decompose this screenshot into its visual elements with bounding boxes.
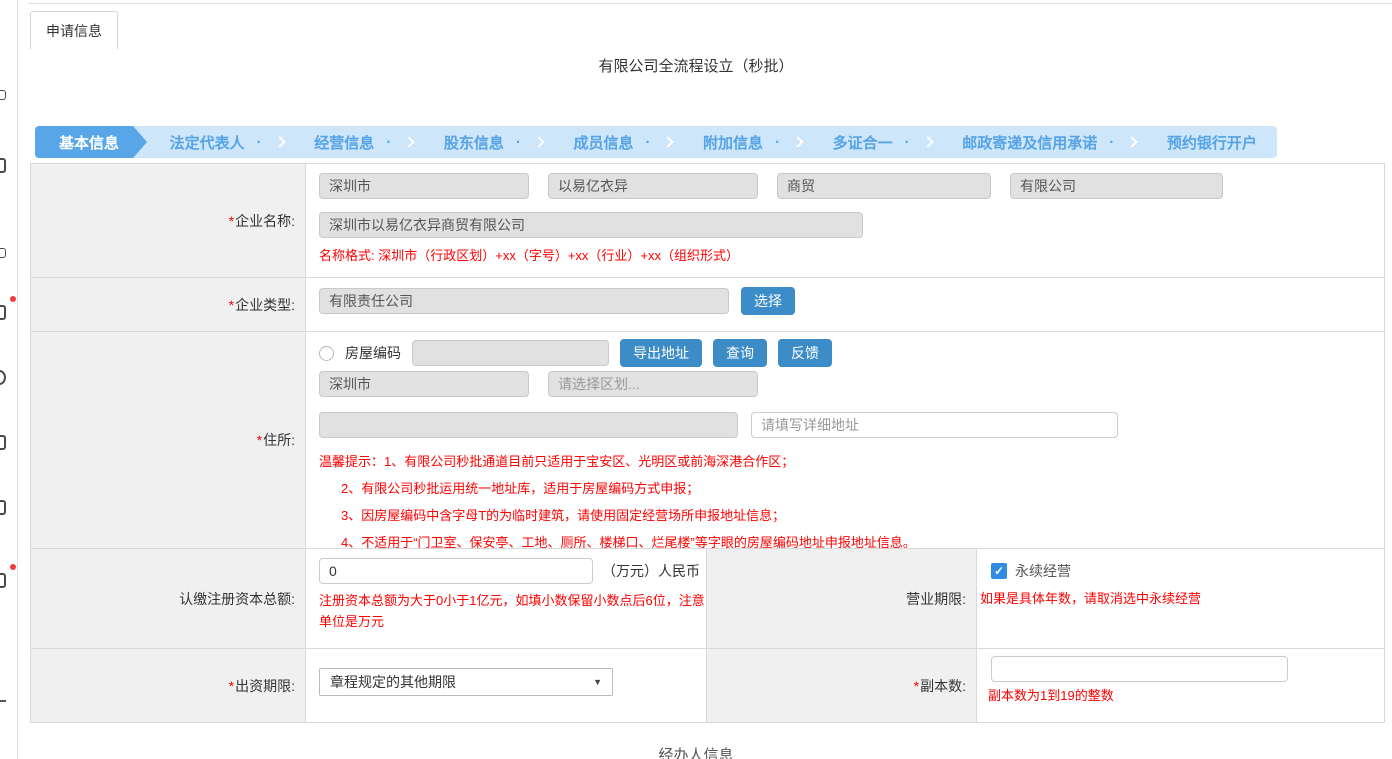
contribution-term-select[interactable]: 章程规定的其他期限 ▼ [319,668,613,696]
required-asterisk: * [914,678,919,694]
address-label: * 住所: [31,332,306,548]
company-type-input[interactable]: 有限责任公司 [319,288,729,314]
sidebar-icon-fragment [0,500,6,515]
select-type-button[interactable]: 选择 [741,287,795,315]
capital-unit: （万元）人民币 [602,561,700,581]
row-company-name: * 企业名称: 深圳市 以易亿衣异 商贸 有限公司 深圳市以易亿衣异商贸有限公司… [31,164,1384,278]
notification-dot [10,564,16,570]
page-title: 有限公司全流程设立（秒批） [0,55,1392,76]
wizard-steps: 基本信息 法定代表人 · 经营信息 · 股东信息 · 成员信息 · 附加信息 ·… [35,126,1277,158]
chevron-right-icon [404,136,415,147]
name-part-orgform-input[interactable]: 有限公司 [1010,173,1223,199]
sidebar-icon-fragment [0,370,6,385]
required-asterisk: * [229,297,234,313]
name-part-brand-input[interactable]: 以易亿衣异 [548,173,758,199]
step-shareholder-info[interactable]: 股东信息 · [436,132,551,153]
copies-input[interactable] [991,656,1288,682]
sidebar-icon-fragment [0,90,6,100]
step-multi-cert[interactable]: 多证合一 · [825,132,940,153]
chevron-right-icon [1127,136,1138,147]
address-detail-input[interactable] [751,412,1118,438]
basic-info-form: * 企业名称: 深圳市 以易亿衣异 商贸 有限公司 深圳市以易亿衣异商贸有限公司… [30,163,1385,723]
sidebar-icon-fragment [0,305,6,320]
row-company-type: * 企业类型: 有限责任公司 选择 [31,278,1384,332]
perpetual-operation-label: 永续经营 [1015,561,1071,581]
address-district-select[interactable]: 请选择区划... [548,371,758,397]
row-address: * 住所: 房屋编码 导出地址 查询 反馈 深圳市 请选择区划... 温馨提示：… [31,332,1384,549]
step-basic-info[interactable]: 基本信息 [35,126,147,158]
sidebar-icon-fragment [0,248,6,258]
required-asterisk: * [257,432,262,448]
query-button[interactable]: 查询 [713,339,767,367]
sidebar-icon-fragment [0,435,6,450]
chevron-right-icon [792,136,803,147]
name-part-industry-input[interactable]: 商贸 [777,173,991,199]
capital-label: 认缴注册资本总额: [31,549,306,648]
company-type-label: * 企业类型: [31,278,306,331]
sidebar-icon-fragment [0,700,6,702]
address-city-input[interactable]: 深圳市 [319,371,529,397]
house-code-input[interactable] [412,340,609,366]
sidebar-icon-fragment [0,158,6,173]
chevron-right-icon [663,136,674,147]
name-format-hint: 名称格式: 深圳市（行政区划）+xx（字号）+xx（行业）+xx（组织形式） [319,247,1372,265]
step-bank-account[interactable]: 预约银行开户 [1159,132,1277,153]
name-part-city-input[interactable]: 深圳市 [319,173,529,199]
step-additional-info[interactable]: 附加信息 · [695,132,810,153]
step-business-info[interactable]: 经营信息 · [306,132,421,153]
address-hint-1: 温馨提示：1、有限公司秒批通道目前只适用于宝安区、光明区或前海深港合作区； [319,448,1372,475]
capital-input[interactable] [319,558,593,584]
company-full-name-input[interactable]: 深圳市以易亿衣异商贸有限公司 [319,212,863,238]
address-hint-3: 3、因房屋编码中含字母T的为临时建筑，请使用固定经营场所申报地址信息； [319,502,1372,529]
export-address-button[interactable]: 导出地址 [620,339,702,367]
contribution-term-label: * 出资期限: [31,649,306,722]
required-asterisk: * [229,678,234,694]
capital-hint: 注册资本总额为大于0小于1亿元，如填小数保留小数点后6位，注意单位是万元 [319,590,711,632]
business-term-label: 营业期限: [706,549,977,648]
chevron-right-icon [922,136,933,147]
step-member-info[interactable]: 成员信息 · [565,132,680,153]
chevron-right-icon [274,136,285,147]
step-postal-credit[interactable]: 邮政寄递及信用承诺 · [954,132,1144,153]
feedback-button[interactable]: 反馈 [778,339,832,367]
row-term-copies: * 出资期限: 章程规定的其他期限 ▼ * 副本数: 副本数为1到19的整数 [31,649,1384,723]
address-street-input[interactable] [319,412,738,438]
top-divider [28,3,1392,4]
select-dropdown-icon: ▼ [593,677,602,687]
house-code-radio-label: 房屋编码 [345,343,401,363]
address-hint-2: 2、有限公司秒批运用统一地址库，适用于房屋编码方式申报； [319,475,1372,502]
chevron-right-icon [533,136,544,147]
perpetual-operation-checkbox[interactable]: ✓ [991,563,1007,579]
row-capital-term: 认缴注册资本总额: （万元）人民币 注册资本总额为大于0小于1亿元，如填小数保留… [31,549,1384,649]
company-name-label: * 企业名称: [31,164,306,277]
step-legal-representative[interactable]: 法定代表人 · [162,132,292,153]
tab-application-info[interactable]: 申请信息 [30,11,118,49]
business-term-hint: 如果是具体年数，请取消选中永续经营 [980,590,1374,608]
sidebar-icon-fragment [0,573,6,588]
next-section-title: 经办人信息 [0,744,1392,759]
tab-label: 申请信息 [46,21,102,41]
clipped-left-sidebar [0,0,18,759]
notification-dot [10,296,16,302]
copies-label: * 副本数: [706,649,977,722]
house-code-radio[interactable] [319,346,334,361]
required-asterisk: * [229,213,234,229]
copies-hint: 副本数为1到19的整数 [980,687,1374,705]
